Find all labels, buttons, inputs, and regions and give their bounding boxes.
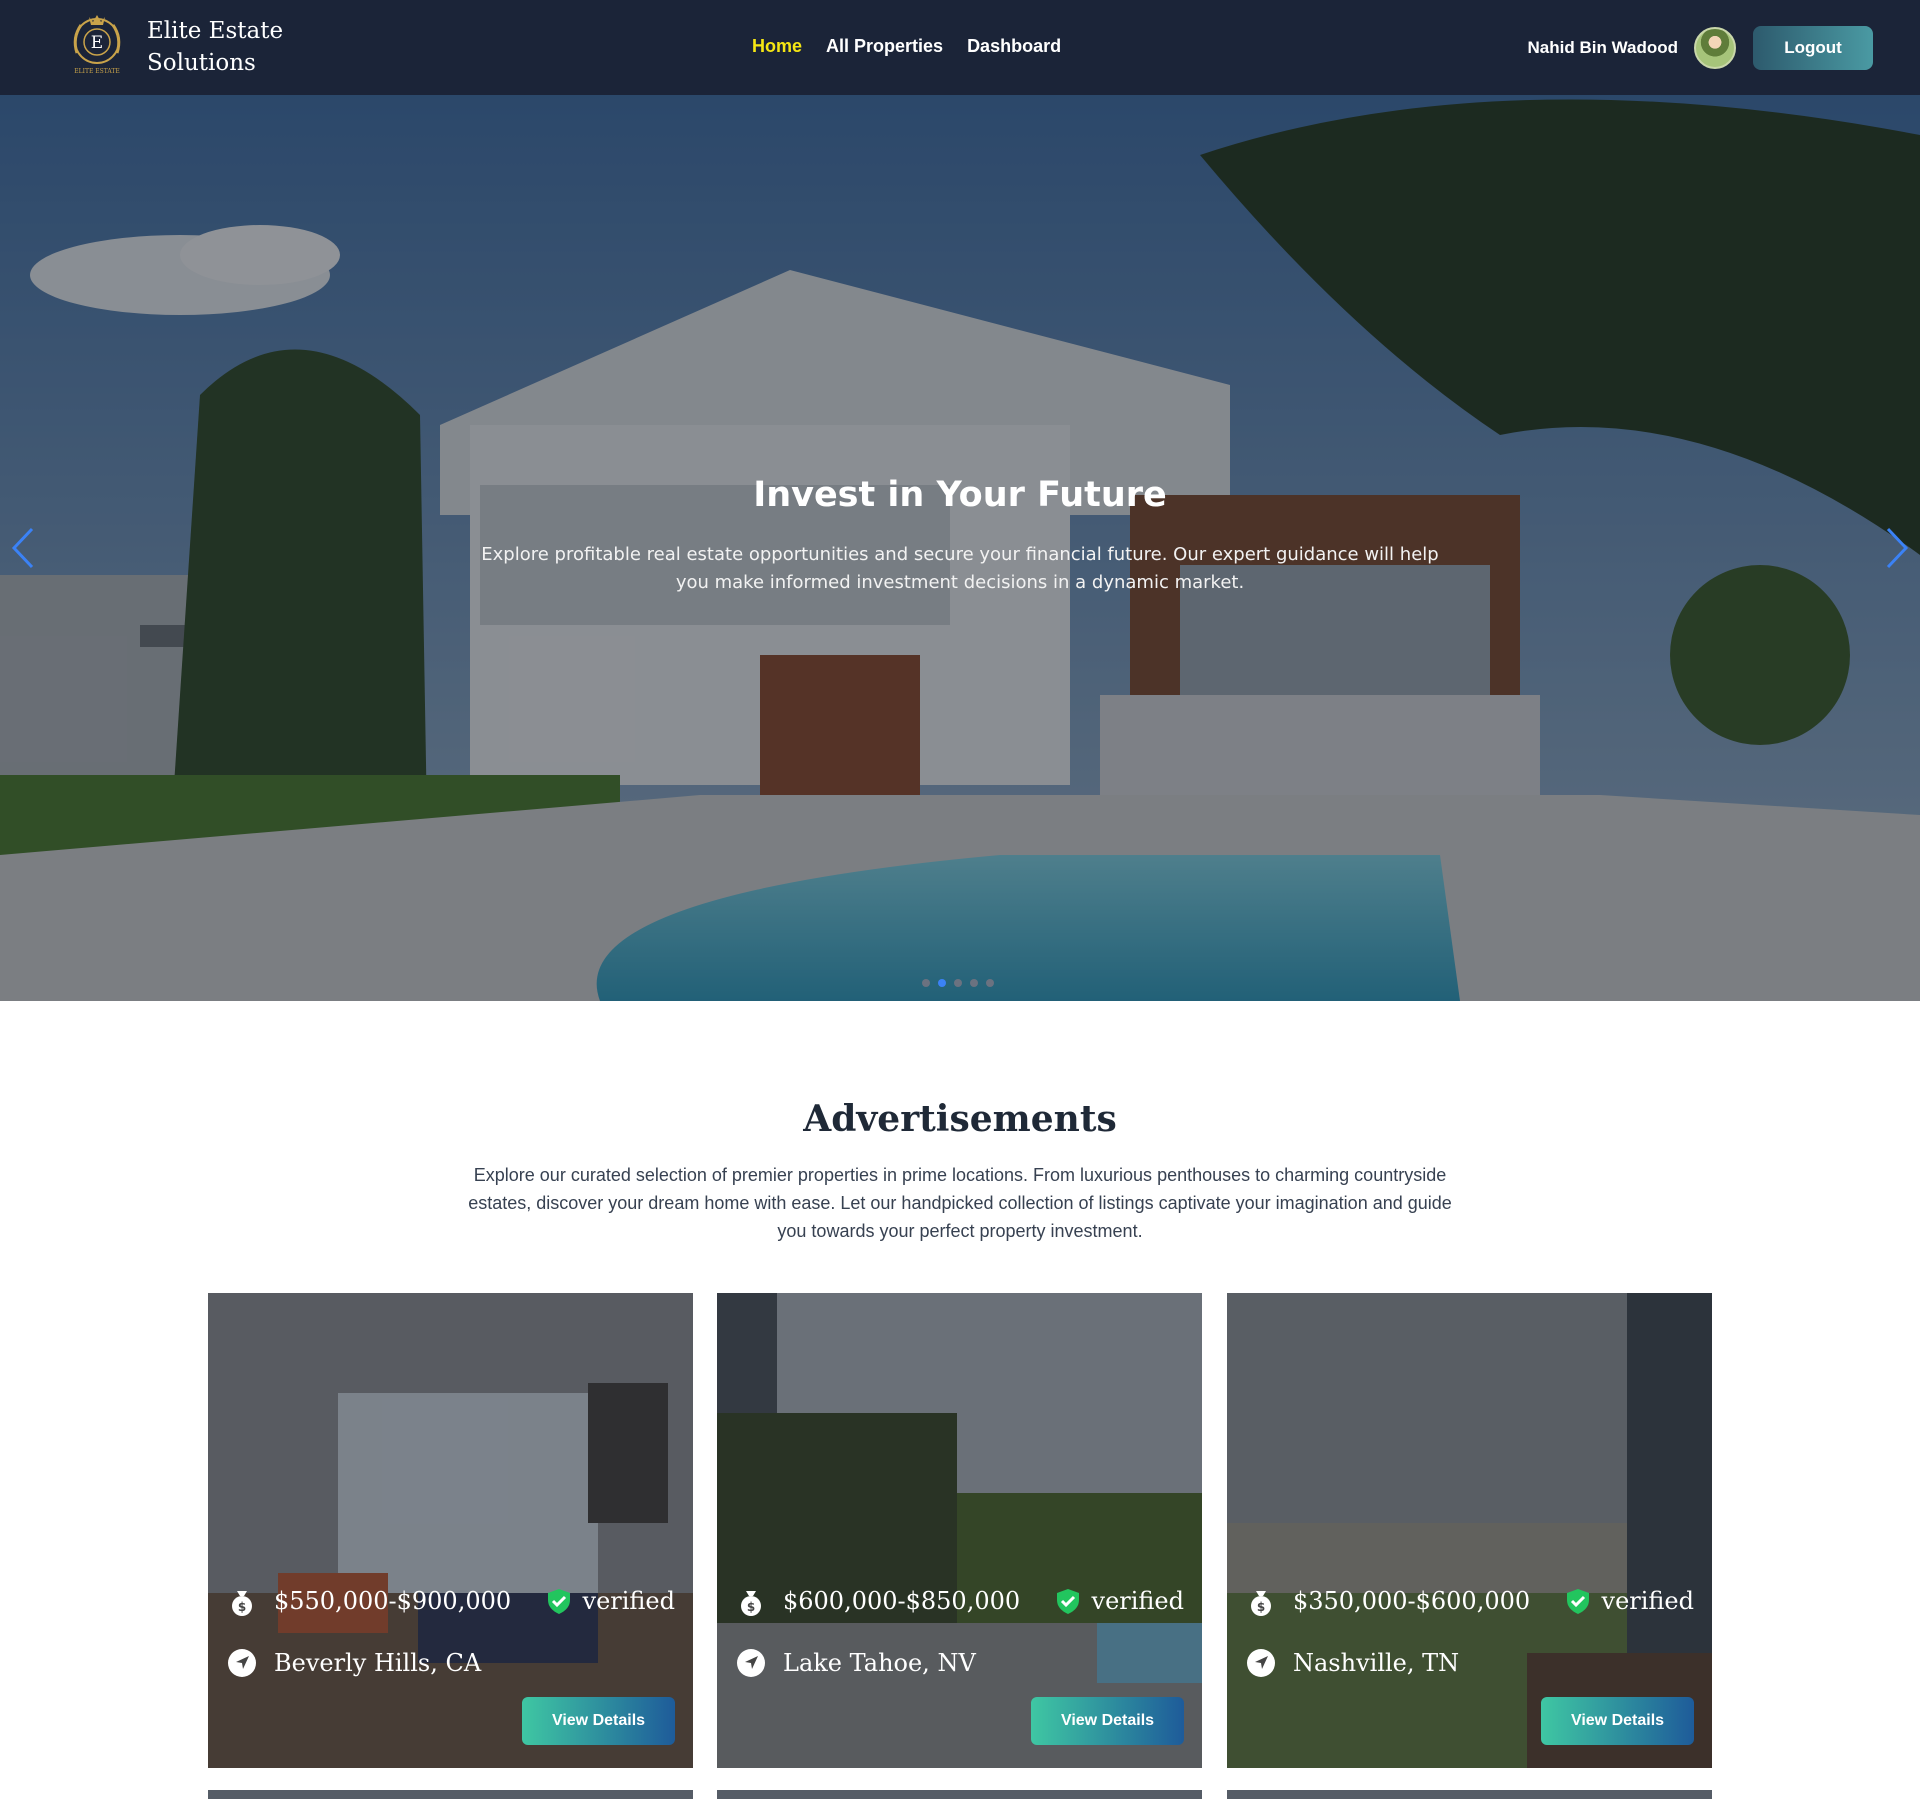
verification-status: verified (582, 1587, 675, 1615)
view-details-button[interactable]: View Details (1541, 1697, 1694, 1745)
slider-dot[interactable] (970, 979, 978, 987)
hero-text: Explore profitable real estate opportuni… (481, 544, 1439, 593)
svg-text:E: E (91, 33, 103, 53)
property-card-next-row (717, 1790, 1202, 1799)
shield-check-icon (547, 1589, 570, 1614)
navbar: E ELITE ESTATE Elite Estate Solutions Ho… (0, 0, 1920, 95)
slider-dots (922, 979, 994, 987)
slider-dot-active[interactable] (938, 979, 946, 987)
chevron-right-icon[interactable] (1882, 523, 1912, 573)
location-arrow-icon (1247, 1649, 1275, 1677)
logout-button[interactable]: Logout (1753, 26, 1873, 70)
property-location: Lake Tahoe, NV (783, 1649, 976, 1677)
svg-text:ELITE ESTATE: ELITE ESTATE (74, 68, 120, 75)
nav-all-properties[interactable]: All Properties (826, 36, 943, 57)
view-details-button[interactable]: View Details (1031, 1697, 1184, 1745)
advertisements-title: Advertisements (803, 1098, 1117, 1140)
property-card: $ $600,000-$850,000 verified Lake Tahoe,… (717, 1293, 1202, 1768)
avatar[interactable] (1694, 27, 1736, 69)
user-area: Nahid Bin Wadood Logout (1528, 26, 1873, 70)
slider-dot[interactable] (922, 979, 930, 987)
advertisements-description: Explore our curated selection of premier… (468, 1165, 1452, 1241)
svg-text:$: $ (1257, 1600, 1265, 1614)
verification-status: verified (1091, 1587, 1184, 1615)
money-bag-icon: $ (741, 1591, 761, 1616)
property-card-next-row (208, 1790, 693, 1799)
property-card: $ $550,000-$900,000 verified Beverly Hil… (208, 1293, 693, 1768)
money-bag-icon: $ (1251, 1591, 1271, 1616)
price-range: $550,000-$900,000 (274, 1587, 512, 1615)
slider-dot[interactable] (986, 979, 994, 987)
property-card-next-row (1227, 1790, 1712, 1799)
location-arrow-icon (737, 1649, 765, 1677)
svg-text:$: $ (747, 1600, 755, 1614)
money-bag-icon: $ (232, 1591, 252, 1616)
slider-dot[interactable] (954, 979, 962, 987)
brand-name: Elite Estate Solutions (147, 18, 284, 76)
brand[interactable]: E ELITE ESTATE Elite Estate Solutions (67, 13, 297, 81)
property-card: $ $350,000-$600,000 verified Nashville, … (1227, 1293, 1712, 1768)
shield-check-icon (1566, 1589, 1589, 1614)
user-name: Nahid Bin Wadood (1527, 38, 1678, 57)
brand-logo-icon: E ELITE ESTATE (73, 15, 121, 75)
property-location: Beverly Hills, CA (274, 1649, 482, 1677)
price-range: $350,000-$600,000 (1293, 1587, 1531, 1615)
location-arrow-icon (228, 1649, 256, 1677)
view-details-button[interactable]: View Details (522, 1697, 675, 1745)
price-range: $600,000-$850,000 (783, 1587, 1021, 1615)
hero-title: Invest in Your Future (753, 475, 1167, 515)
svg-text:$: $ (238, 1600, 246, 1614)
verification-status: verified (1601, 1587, 1694, 1615)
shield-check-icon (1056, 1589, 1079, 1614)
chevron-left-icon[interactable] (8, 523, 38, 573)
nav-home[interactable]: Home (752, 36, 802, 57)
main-nav: Home All Properties Dashboard (752, 36, 1061, 57)
nav-dashboard[interactable]: Dashboard (967, 36, 1061, 57)
hero-slider: Invest in Your Future Explore profitable… (0, 95, 1920, 1001)
property-location: Nashville, TN (1293, 1649, 1460, 1677)
